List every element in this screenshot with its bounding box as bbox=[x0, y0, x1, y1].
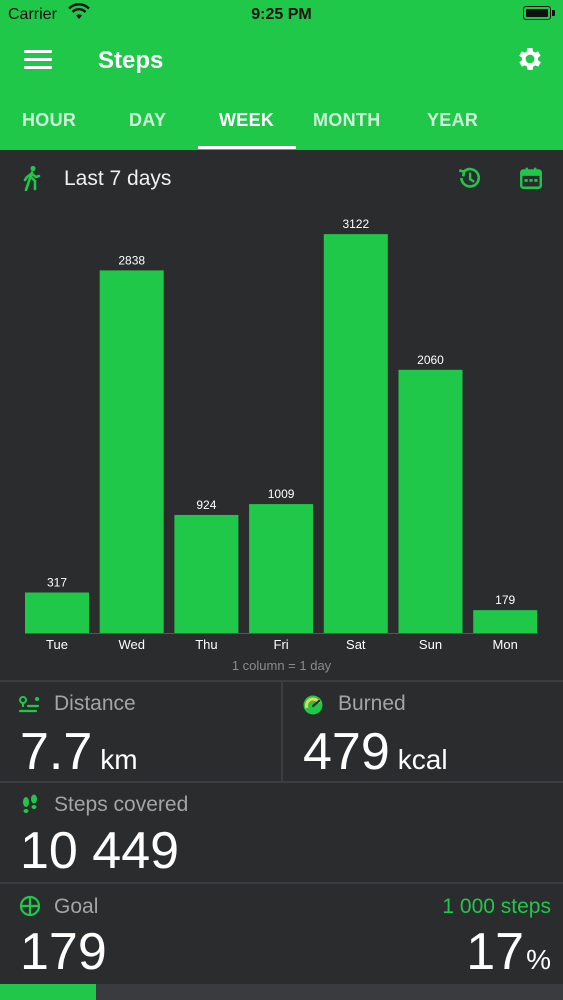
distance-unit: km bbox=[100, 744, 138, 775]
status-time: 9:25 PM bbox=[251, 6, 312, 23]
goal-progress-bar bbox=[0, 984, 563, 1000]
menu-icon[interactable] bbox=[24, 50, 52, 70]
battery-icon bbox=[523, 6, 555, 20]
bar-value-label: 3122 bbox=[342, 217, 369, 231]
tab-day[interactable]: DAY bbox=[129, 110, 166, 131]
bar-value-label: 317 bbox=[47, 575, 67, 589]
gear-icon[interactable] bbox=[515, 44, 545, 74]
goal-title: Goal bbox=[54, 895, 99, 918]
goal-target: 1 000 steps bbox=[442, 895, 551, 918]
tab-hour[interactable]: HOUR bbox=[22, 110, 76, 131]
range-label: Last 7 days bbox=[64, 167, 172, 190]
x-tick-label: Fri bbox=[274, 637, 289, 652]
burned-value: 479 kcal bbox=[303, 722, 448, 782]
bar-value-label: 2838 bbox=[118, 253, 145, 267]
calendar-icon[interactable] bbox=[518, 165, 544, 191]
gauge-icon bbox=[303, 695, 323, 715]
status-bar: Carrier 9:25 PM bbox=[0, 0, 563, 30]
burned-number: 479 bbox=[303, 723, 390, 781]
bar-fri[interactable] bbox=[249, 504, 314, 633]
tab-year[interactable]: YEAR bbox=[427, 110, 478, 131]
goal-progress-fill bbox=[0, 984, 96, 1000]
burned-card[interactable]: Burned 479 kcal bbox=[283, 682, 563, 781]
bar-sat[interactable] bbox=[323, 234, 388, 633]
footprints-icon bbox=[23, 794, 37, 813]
distance-icon bbox=[18, 696, 40, 713]
x-tick-label: Sat bbox=[346, 637, 366, 652]
steps-bar-chart: 317 Tue 2838 Wed 924 Thu 1009 Fri 3122 Sat 2060 Sun… bbox=[0, 205, 563, 680]
goal-card[interactable]: Goal 1 000 steps 179 17% bbox=[0, 884, 563, 984]
tab-month[interactable]: MONTH bbox=[313, 110, 381, 131]
bar-value-label: 179 bbox=[495, 593, 515, 607]
bar-sun[interactable] bbox=[398, 369, 463, 633]
history-icon[interactable] bbox=[456, 165, 482, 191]
x-tick-label: Sun bbox=[419, 637, 442, 652]
chart-canvas: 317 Tue 2838 Wed 924 Thu 1009 Fri 3122 Sat 2060 Sun… bbox=[25, 217, 538, 652]
active-tab-indicator bbox=[198, 146, 296, 149]
chart-note: 1 column = 1 day bbox=[231, 658, 332, 673]
app-title: Steps bbox=[98, 47, 164, 74]
bar-mon[interactable] bbox=[473, 610, 538, 633]
period-tabs: HOUR DAY WEEK MONTH YEAR bbox=[0, 100, 563, 150]
walk-icon bbox=[23, 165, 41, 191]
burned-title: Burned bbox=[338, 692, 406, 715]
goal-percent-unit: % bbox=[526, 944, 551, 975]
bar-tue[interactable] bbox=[25, 592, 89, 633]
steps-covered-title: Steps covered bbox=[54, 793, 189, 816]
bar-thu[interactable] bbox=[174, 514, 239, 633]
bar-value-label: 924 bbox=[196, 498, 216, 512]
distance-value: 7.7 km bbox=[20, 722, 138, 782]
x-tick-label: Mon bbox=[493, 637, 518, 652]
bar-wed[interactable] bbox=[99, 270, 164, 633]
bar-value-label: 2060 bbox=[417, 353, 444, 367]
range-row: Last 7 days bbox=[0, 155, 563, 203]
steps-covered-card[interactable]: Steps covered 10 449 bbox=[0, 783, 563, 882]
distance-card[interactable]: Distance 7.7 km bbox=[0, 682, 281, 781]
steps-covered-value: 10 449 bbox=[20, 822, 180, 880]
x-tick-label: Thu bbox=[195, 637, 217, 652]
goal-value: 179 bbox=[20, 923, 107, 981]
goal-percent-number: 17 bbox=[466, 923, 525, 981]
x-tick-label: Wed bbox=[118, 637, 145, 652]
bar-value-label: 1009 bbox=[268, 487, 295, 501]
target-icon bbox=[19, 895, 41, 917]
tab-week[interactable]: WEEK bbox=[219, 110, 274, 131]
distance-number: 7.7 bbox=[20, 723, 93, 781]
x-tick-label: Tue bbox=[46, 637, 68, 652]
goal-percent: 17% bbox=[466, 922, 551, 982]
distance-title: Distance bbox=[54, 692, 136, 715]
burned-unit: kcal bbox=[397, 744, 448, 775]
app-bar: Steps bbox=[0, 30, 563, 90]
